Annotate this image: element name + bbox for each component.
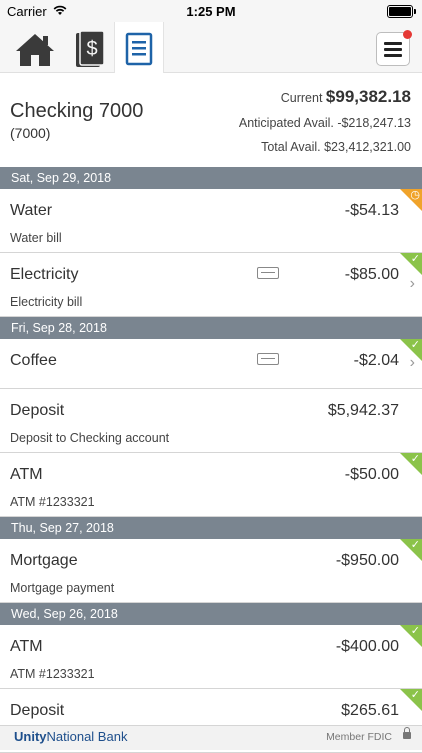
transaction-row-coffee[interactable]: Coffee -$2.04 › ✓ xyxy=(0,339,422,389)
transaction-amount: -$400.00 xyxy=(335,638,399,655)
check-glyph-icon: ✓ xyxy=(410,625,420,637)
current-balance: Current $99,382.18 xyxy=(281,87,411,107)
register-icon xyxy=(125,32,153,66)
transaction-description: Water bill xyxy=(10,231,62,245)
transaction-name: Coffee xyxy=(10,352,57,369)
transaction-amount: $265.61 xyxy=(341,702,399,719)
accounts-button[interactable]: $ xyxy=(64,22,110,72)
date-header: Sat, Sep 29, 2018 xyxy=(0,167,422,189)
transaction-amount: $5,942.37 xyxy=(327,402,399,419)
lock-icon xyxy=(403,727,411,739)
anticipated-balance: Anticipated Avail. -$218,247.13 xyxy=(238,116,411,130)
bank-logo: UnityNational Bank xyxy=(14,729,128,744)
total-available-balance: Total Avail. $23,412,321.00 xyxy=(261,140,411,154)
transaction-description: Deposit to Checking account xyxy=(10,431,170,445)
money-icon: $ xyxy=(76,30,105,67)
home-button[interactable] xyxy=(12,22,58,72)
transaction-name: Electricity xyxy=(10,266,79,283)
member-fdic-label: Member FDIC xyxy=(326,731,392,743)
transaction-amount: -$50.00 xyxy=(344,466,399,483)
transaction-amount: -$950.00 xyxy=(335,552,399,569)
transaction-name: ATM xyxy=(10,466,43,483)
svg-text:$: $ xyxy=(86,38,97,60)
home-icon xyxy=(16,34,54,66)
transaction-name: Water xyxy=(10,202,53,219)
transaction-name: ATM xyxy=(10,638,43,655)
date-header: Thu, Sep 27, 2018 xyxy=(0,517,422,539)
transaction-row-water[interactable]: Water Water bill -$54.13 ◷ xyxy=(0,189,422,253)
transaction-row-atm[interactable]: ATM ATM #1233321 -$50.00 ✓ xyxy=(0,453,422,517)
transaction-description: Mortgage payment xyxy=(10,581,115,595)
transaction-amount: -$85.00 xyxy=(344,266,399,283)
transaction-description: ATM #1233321 xyxy=(10,495,95,509)
date-header: Fri, Sep 28, 2018 xyxy=(0,317,422,339)
transaction-description: ATM #1233321 xyxy=(10,667,95,681)
notification-dot xyxy=(403,30,412,39)
memo-icon xyxy=(257,267,279,279)
memo-icon xyxy=(257,353,279,365)
transaction-row-atm[interactable]: ATM ATM #1233321 -$400.00 ✓ xyxy=(0,625,422,689)
check-glyph-icon: ✓ xyxy=(410,339,420,351)
transaction-description: Electricity bill xyxy=(10,295,83,309)
check-glyph-icon: ✓ xyxy=(410,539,420,551)
chevron-right-icon: › xyxy=(409,275,415,292)
transaction-name: Deposit xyxy=(10,702,65,719)
check-glyph-icon: ✓ xyxy=(410,253,420,265)
menu-icon xyxy=(384,42,402,60)
transaction-name: Deposit xyxy=(10,402,65,419)
transaction-amount: -$2.04 xyxy=(353,352,399,369)
transaction-row-deposit[interactable]: Deposit Deposit to Checking account $5,9… xyxy=(0,389,422,453)
footer-bar: UnityNational Bank Member FDIC xyxy=(0,725,422,750)
check-glyph-icon: ✓ xyxy=(410,453,420,465)
transaction-name: Mortgage xyxy=(10,552,78,569)
transaction-row-mortgage[interactable]: Mortgage Mortgage payment -$950.00 ✓ xyxy=(0,539,422,603)
check-glyph-icon: ✓ xyxy=(410,689,420,701)
menu-button[interactable] xyxy=(376,30,412,66)
status-bar: Carrier 1:25 PM xyxy=(0,0,422,22)
transaction-amount: -$54.13 xyxy=(344,202,399,219)
date-header: Wed, Sep 26, 2018 xyxy=(0,603,422,625)
clock-glyph-icon: ◷ xyxy=(410,189,420,201)
current-balance-label: Current xyxy=(280,91,323,105)
clock: 1:25 PM xyxy=(186,4,236,19)
battery-icon xyxy=(387,5,416,18)
transaction-list[interactable]: Sat, Sep 29, 2018 Water Water bill -$54.… xyxy=(0,167,422,753)
account-number: (7000) xyxy=(10,125,51,141)
transaction-row-electricity[interactable]: Electricity Electricity bill -$85.00 › ✓ xyxy=(0,253,422,317)
top-toolbar: $ xyxy=(0,22,422,73)
register-button[interactable] xyxy=(114,22,164,73)
account-name: Checking 7000 xyxy=(10,100,144,122)
current-balance-value: $99,382.18 xyxy=(325,87,411,106)
account-summary: Checking 7000 (7000) Current $99,382.18 … xyxy=(0,73,422,167)
